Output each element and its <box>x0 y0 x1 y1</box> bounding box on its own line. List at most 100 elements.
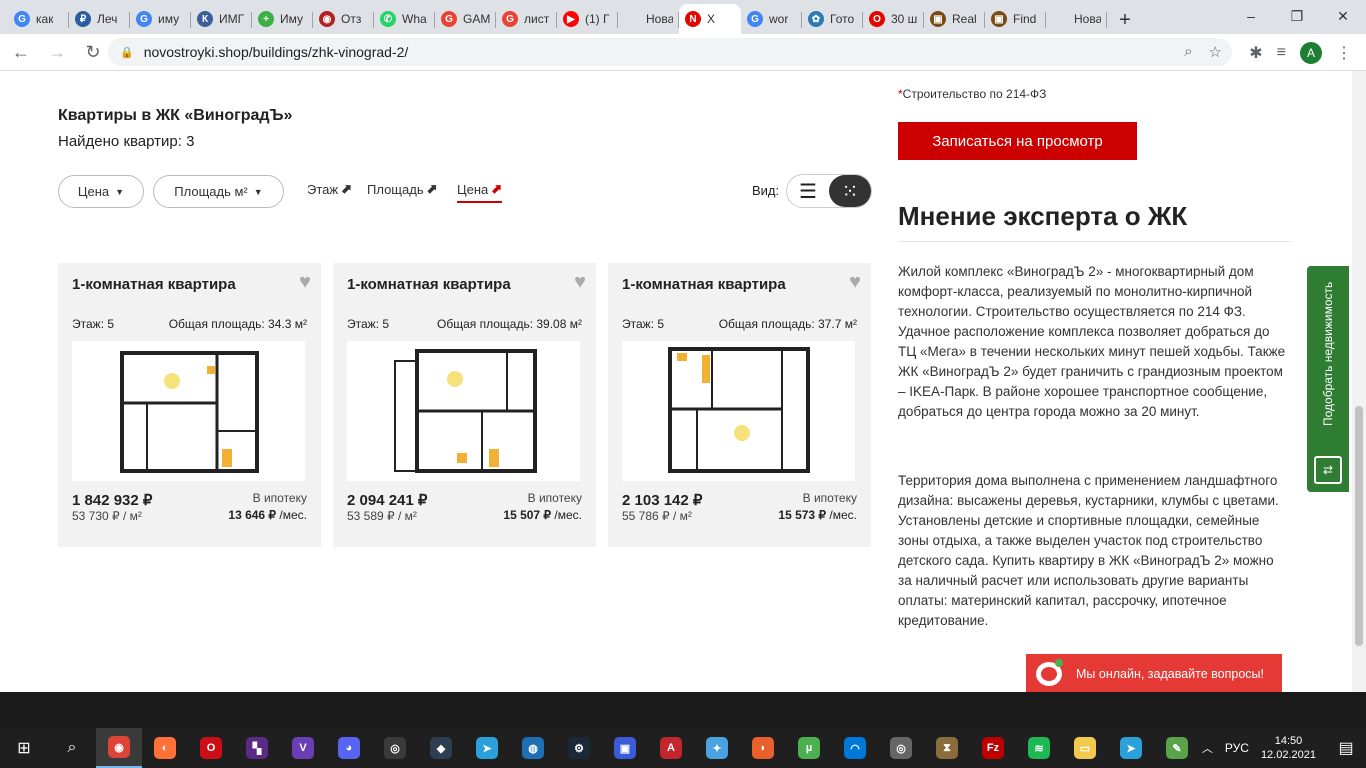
taskbar-tools-app-icon[interactable]: ✦ <box>694 728 740 768</box>
firefox-glyph: ◐ <box>154 737 176 759</box>
window-controls: – ❐ ✕ <box>1228 0 1366 32</box>
browser-tab[interactable]: NХ <box>679 4 741 34</box>
windows-start-icon[interactable]: ⊞ <box>0 728 48 768</box>
tab-label: Иму <box>280 12 304 26</box>
close-icon[interactable]: ✕ <box>1320 0 1366 32</box>
browser-tab[interactable]: Gкак <box>8 4 69 34</box>
zoom-icon[interactable]: ⌕ <box>1184 43 1192 61</box>
browser-tab[interactable]: Gиму <box>130 4 191 34</box>
grid-view-icon[interactable]: ⁙ <box>829 175 871 207</box>
browser-tab[interactable]: Gwor <box>741 4 802 34</box>
taskbar-chrome-icon[interactable]: ◉ <box>96 728 142 768</box>
apartment-card[interactable]: 1-комнатная квартира ♥ Этаж: 5 Общая пло… <box>608 263 871 547</box>
taskbar-cube-app-icon[interactable]: ◆ <box>418 728 464 768</box>
tab-favicon-icon: + <box>258 11 274 27</box>
area-filter[interactable]: Площадь м² ▼ <box>153 175 284 208</box>
forward-icon[interactable]: → <box>42 37 72 67</box>
floor-plan-image[interactable] <box>72 341 305 481</box>
notifications-icon[interactable]: ▤ <box>1326 738 1366 758</box>
taskbar-notes-app-icon[interactable]: ✎ <box>1154 728 1200 768</box>
address-bar[interactable]: 🔒 novostroyki.shop/buildings/zhk-vinogra… <box>108 38 1232 66</box>
language-indicator[interactable]: РУС <box>1225 741 1249 755</box>
taskbar-autocad-icon[interactable]: A <box>648 728 694 768</box>
extensions-icon[interactable]: ✱ <box>1249 43 1262 63</box>
sort-area[interactable]: Площадь ⬈ <box>367 181 438 197</box>
scrollbar-thumb[interactable] <box>1355 406 1363 646</box>
taskbar-telegram-icon[interactable]: ➤ <box>464 728 510 768</box>
law-note-text: Строительство по 214-ФЗ <box>902 87 1047 101</box>
taskbar-shield-app-icon[interactable]: ▣ <box>602 728 648 768</box>
floor-plan-image[interactable] <box>622 341 855 481</box>
taskbar-explorer-icon[interactable]: ▭ <box>1062 728 1108 768</box>
card-area: Общая площадь: 34.3 м² <box>168 317 307 331</box>
taskbar-spotify-icon[interactable]: ≋ <box>1016 728 1062 768</box>
floor-plan-image[interactable] <box>347 341 580 481</box>
minimize-icon[interactable]: – <box>1228 0 1274 32</box>
page-scrollbar[interactable] <box>1352 71 1366 692</box>
browser-tab[interactable]: Новая в <box>618 4 679 34</box>
browser-tab[interactable]: O 30 ш <box>863 4 924 34</box>
browser-tab[interactable]: G GAM <box>435 4 496 34</box>
browser-tab[interactable]: Gлист <box>496 4 557 34</box>
taskbar-utorrent-icon[interactable]: µ <box>786 728 832 768</box>
tab-favicon-icon <box>624 11 640 27</box>
profile-avatar[interactable]: A <box>1300 41 1322 64</box>
taskbar-globe-app-icon[interactable]: ◍ <box>510 728 556 768</box>
browser-tab[interactable]: ▣ Real <box>924 4 985 34</box>
sort-floor[interactable]: Этаж ⬈ <box>307 181 352 197</box>
browser-tab[interactable]: ▶ (1) Г <box>557 4 618 34</box>
reload-icon[interactable]: ↻ <box>78 37 108 67</box>
browser-tab[interactable]: ◉ Отз <box>313 4 374 34</box>
taskbar-edge-icon[interactable]: ◠ <box>832 728 878 768</box>
favorite-heart-icon[interactable]: ♥ <box>299 271 311 294</box>
taskbar-blade-app-icon[interactable]: ◗ <box>740 728 786 768</box>
bookmark-star-icon[interactable]: ☆ <box>1209 43 1222 61</box>
favorite-heart-icon[interactable]: ♥ <box>849 271 861 294</box>
taskbar-grammarly-icon[interactable]: ◎ <box>372 728 418 768</box>
favorite-heart-icon[interactable]: ♥ <box>574 271 586 294</box>
card-mortgage-label: В ипотеку <box>252 491 307 505</box>
restore-icon[interactable]: ❐ <box>1274 0 1320 32</box>
taskbar-disc-app-icon[interactable]: ◎ <box>878 728 924 768</box>
telegram-glyph: ➤ <box>476 737 498 759</box>
taskbar-vs-app-icon[interactable]: V <box>280 728 326 768</box>
sort-price[interactable]: Цена ⬈ <box>457 181 503 203</box>
card-title: 1-комнатная квартира <box>622 276 786 293</box>
browser-tab[interactable]: ▣ Find <box>985 4 1046 34</box>
new-tab-button[interactable]: + <box>1111 6 1139 34</box>
monthly-amount: 15 507 ₽ <box>503 508 552 522</box>
law-note: *Строительство по 214-ФЗ <box>898 87 1046 101</box>
signup-viewing-button[interactable]: Записаться на просмотр <box>898 122 1137 160</box>
browser-tab[interactable]: Новая в <box>1046 4 1107 34</box>
taskbar-steam-icon[interactable]: ⚙ <box>556 728 602 768</box>
price-filter[interactable]: Цена ▼ <box>58 175 144 208</box>
browser-tab[interactable]: ✿ Гото <box>802 4 863 34</box>
clock[interactable]: 14:50 12.02.2021 <box>1261 734 1316 762</box>
apartment-card[interactable]: 1-комнатная квартира ♥ Этаж: 5 Общая пло… <box>58 263 321 547</box>
taskbar-purple-app-icon[interactable]: ▚ <box>234 728 280 768</box>
divider <box>898 241 1291 242</box>
menu-icon[interactable]: ⋮ <box>1336 43 1352 63</box>
tab-favicon-icon: G <box>14 11 30 27</box>
tab-favicon-icon: O <box>869 11 885 27</box>
browser-tab[interactable]: К ИМГ <box>191 4 252 34</box>
list-view-icon[interactable]: ☰ <box>787 175 829 207</box>
browser-tab[interactable]: ₽ Леч <box>69 4 130 34</box>
apartment-card[interactable]: 1-комнатная квартира ♥ Этаж: 5 Общая пло… <box>333 263 596 547</box>
online-chat-button[interactable]: Мы онлайн, задавайте вопросы! <box>1026 654 1282 692</box>
browser-tab[interactable]: + Иму <box>252 4 313 34</box>
taskbar-discord-icon[interactable]: ◕ <box>326 728 372 768</box>
browser-tab[interactable]: ✆ Wha <box>374 4 435 34</box>
tray-expand-icon[interactable]: ︿ <box>1202 740 1213 756</box>
explorer-glyph: ▭ <box>1074 737 1096 759</box>
search-icon[interactable]: ⌕ <box>48 728 96 768</box>
taskbar-filezilla-icon[interactable]: Fz <box>970 728 1016 768</box>
taskbar-hourglass-app-icon[interactable]: ⧗ <box>924 728 970 768</box>
back-icon[interactable]: ← <box>6 37 36 67</box>
pick-property-tab[interactable]: Подобрать недвижимость ⇄ <box>1307 266 1349 492</box>
sort-floor-label: Этаж <box>307 181 339 197</box>
taskbar-telegram-2-icon[interactable]: ➤ <box>1108 728 1154 768</box>
taskbar-firefox-icon[interactable]: ◐ <box>142 728 188 768</box>
media-icon[interactable]: ≡ <box>1277 44 1286 62</box>
taskbar-opera-icon[interactable]: O <box>188 728 234 768</box>
